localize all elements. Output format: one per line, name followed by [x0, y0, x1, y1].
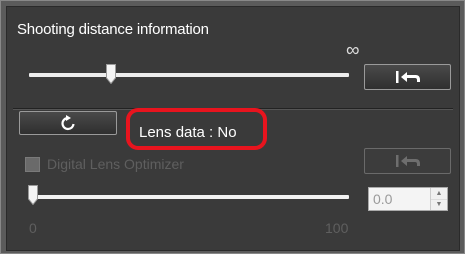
section-title: Shooting distance information: [17, 21, 209, 38]
distance-slider-track[interactable]: [29, 73, 349, 77]
reset-dlo-button[interactable]: [364, 148, 451, 174]
dlo-slider-track[interactable]: [29, 195, 349, 199]
lens-correction-panel: Shooting distance information ∞ Lens dat…: [6, 6, 460, 251]
window-frame: Shooting distance information ∞ Lens dat…: [0, 0, 465, 254]
dlo-max-label: 100: [325, 220, 349, 236]
dlo-value-spinbox[interactable]: 0.0 ▲ ▼: [368, 187, 448, 211]
refresh-icon: [61, 115, 75, 131]
dlo-slider-thumb[interactable]: [28, 185, 38, 205]
spin-down-icon[interactable]: ▼: [431, 199, 447, 210]
reset-distance-button[interactable]: [364, 64, 451, 90]
dlo-min-label: 0: [29, 220, 37, 236]
lens-data-highlight: [126, 108, 267, 150]
reset-arrow-icon: [395, 71, 420, 83]
infinity-label: ∞: [346, 40, 360, 61]
dlo-value[interactable]: 0.0: [373, 191, 392, 207]
dlo-checkbox[interactable]: [25, 157, 40, 172]
spin-buttons: ▲ ▼: [430, 188, 447, 210]
reset-arrow-icon: [395, 155, 420, 167]
refresh-button[interactable]: [19, 111, 117, 135]
distance-slider-thumb[interactable]: [106, 64, 116, 84]
dlo-label: Digital Lens Optimizer: [47, 156, 184, 172]
